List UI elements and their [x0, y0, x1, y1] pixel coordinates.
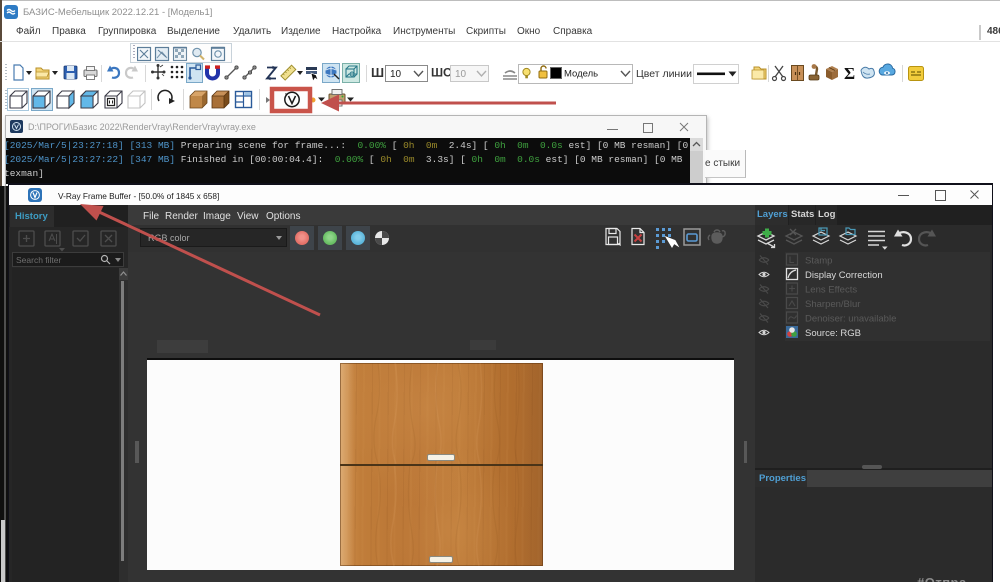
svg-text:Display Correction: Display Correction: [805, 270, 883, 281]
svg-text:Ш: Ш: [371, 65, 384, 80]
svg-text:Stamp: Stamp: [805, 256, 832, 267]
svg-text:Σ: Σ: [844, 64, 855, 83]
svg-text:10: 10: [390, 69, 402, 80]
svg-text:ШС: ШС: [431, 66, 452, 80]
svg-text:Denoiser: unavailable: Denoiser: unavailable: [805, 314, 896, 325]
svg-text:Lens Effects: Lens Effects: [805, 285, 857, 296]
svg-text:10: 10: [455, 69, 467, 80]
svg-text:Sharpen/Blur: Sharpen/Blur: [805, 299, 860, 310]
svg-text:Source: RGB: Source: RGB: [805, 328, 861, 339]
svg-text:Цвет линии: Цвет линии: [636, 68, 692, 80]
svg-text:Модель: Модель: [564, 69, 598, 80]
